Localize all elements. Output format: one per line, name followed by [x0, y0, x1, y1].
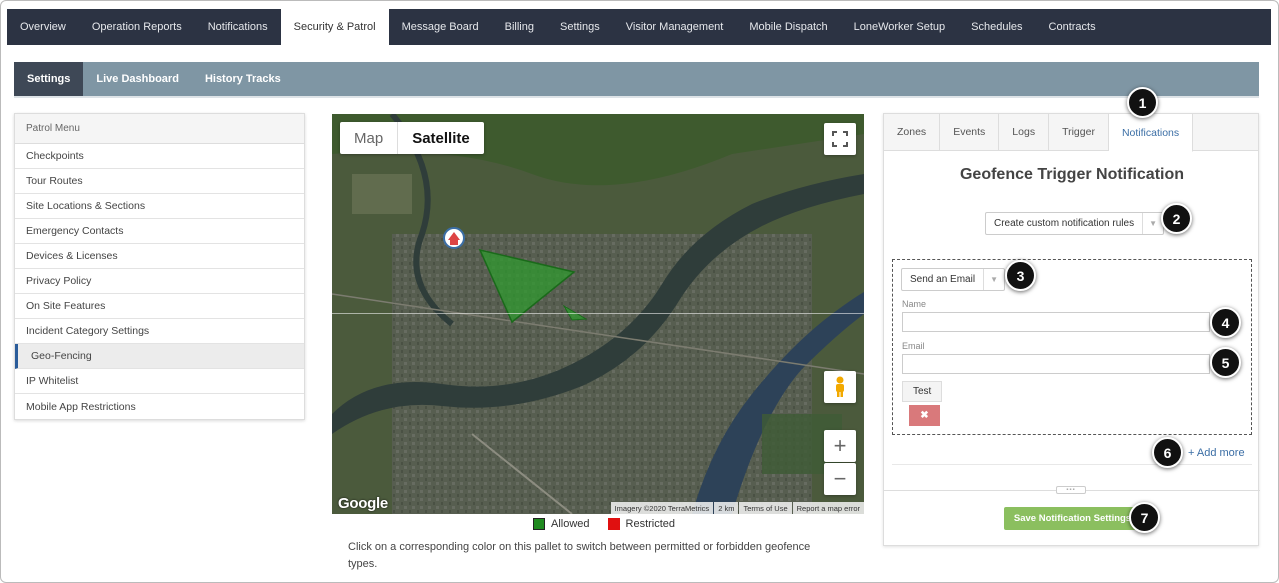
map-type-satellite[interactable]: Satellite [397, 122, 484, 154]
tab-events[interactable]: Events [940, 114, 1000, 150]
map-type-map[interactable]: Map [340, 122, 397, 154]
palette-instruction: Click on a corresponding color on this p… [348, 541, 811, 570]
patrol-menu-title: Patrol Menu [15, 114, 304, 144]
nav-message-board[interactable]: Message Board [389, 9, 492, 45]
nav-visitor-management[interactable]: Visitor Management [613, 9, 737, 45]
divider [892, 464, 1252, 465]
top-navigation: Overview Operation Reports Notifications… [7, 9, 1271, 45]
patrol-item-privacy-policy[interactable]: Privacy Policy [15, 269, 304, 294]
nav-schedules[interactable]: Schedules [958, 9, 1035, 45]
nav-security-patrol[interactable]: Security & Patrol [280, 9, 389, 45]
report-map-error-link[interactable]: Report a map error [792, 502, 864, 514]
patrol-item-emergency-contacts[interactable]: Emergency Contacts [15, 219, 304, 244]
map-attribution: Imagery ©2020 TerraMetrics 2 km Terms of… [610, 502, 864, 514]
patrol-item-tour-routes[interactable]: Tour Routes [15, 169, 304, 194]
delete-rule-button[interactable]: ✖ [909, 405, 940, 426]
google-logo: Google [338, 495, 388, 512]
callout-badge: 6 [1152, 437, 1183, 468]
patrol-item-mobile-app-restrictions[interactable]: Mobile App Restrictions [15, 394, 304, 419]
resize-grip-icon[interactable]: ▪▪▪ [1056, 486, 1086, 494]
nav-overview[interactable]: Overview [7, 9, 79, 45]
street-view-pegman-icon[interactable] [824, 371, 856, 403]
map-crosshair-line [332, 313, 864, 314]
subnav-settings[interactable]: Settings [14, 62, 84, 96]
callout-badge: 5 [1210, 347, 1241, 378]
email-label: Email [902, 341, 925, 351]
imagery-credit: Imagery ©2020 TerraMetrics [610, 502, 714, 514]
patrol-item-geo-fencing[interactable]: Geo-Fencing [15, 344, 304, 369]
nav-settings[interactable]: Settings [547, 9, 613, 45]
patrol-item-on-site-features[interactable]: On Site Features [15, 294, 304, 319]
patrol-item-site-locations[interactable]: Site Locations & Sections [15, 194, 304, 219]
nav-notifications[interactable]: Notifications [195, 9, 281, 45]
geofence-panel: Zones Events Logs Trigger Notifications … [883, 113, 1260, 546]
chevron-down-icon: ▼ [990, 275, 998, 284]
chevron-down-icon: ▼ [1149, 219, 1158, 228]
callout-badge: 7 [1129, 502, 1160, 533]
subnav-live-dashboard[interactable]: Live Dashboard [83, 62, 192, 96]
map-type-control: Map Satellite [340, 122, 484, 154]
notification-rule-value: Create custom notification rules [986, 213, 1144, 234]
callout-badge: 1 [1127, 87, 1158, 118]
map-scale[interactable]: 2 km [714, 502, 739, 514]
notification-rule-box: Send an Email ▼ Name Email Test ✖ [892, 259, 1252, 435]
add-more-link[interactable]: + Add more [1188, 447, 1245, 459]
tab-logs[interactable]: Logs [999, 114, 1050, 150]
name-label: Name [902, 299, 927, 309]
nav-contracts[interactable]: Contracts [1036, 9, 1109, 45]
restricted-label: Restricted [625, 518, 676, 530]
callout-badge: 3 [1005, 260, 1036, 291]
tab-notifications[interactable]: Notifications [1108, 114, 1194, 152]
patrol-item-devices-licenses[interactable]: Devices & Licenses [15, 244, 304, 269]
geofence-tabs: Zones Events Logs Trigger Notifications [884, 114, 1258, 152]
zoom-in-button[interactable]: + [824, 430, 856, 462]
patrol-menu: Patrol Menu Checkpoints Tour Routes Site… [14, 113, 305, 420]
allowed-color-swatch[interactable] [533, 518, 545, 530]
nav-loneworker-setup[interactable]: LoneWorker Setup [841, 9, 959, 45]
patrol-item-checkpoints[interactable]: Checkpoints [15, 144, 304, 169]
allowed-label: Allowed [551, 518, 590, 530]
map-imagery [332, 114, 864, 514]
nav-operation-reports[interactable]: Operation Reports [79, 9, 195, 45]
nav-billing[interactable]: Billing [492, 9, 547, 45]
patrol-item-ip-whitelist[interactable]: IP Whitelist [15, 369, 304, 394]
geofence-color-legend: Allowed Restricted [533, 518, 693, 530]
patrol-item-incident-category-settings[interactable]: Incident Category Settings [15, 319, 304, 344]
tab-zones[interactable]: Zones [884, 114, 941, 150]
panel-title: Geofence Trigger Notification [959, 166, 1185, 183]
notification-action-select[interactable]: Send an Email ▼ [901, 268, 1006, 291]
tab-trigger[interactable]: Trigger [1049, 114, 1109, 150]
name-field[interactable] [902, 312, 1210, 332]
terms-of-use-link[interactable]: Terms of Use [739, 502, 792, 514]
notification-rule-select[interactable]: Create custom notification rules ▼ [985, 212, 1165, 235]
nav-mobile-dispatch[interactable]: Mobile Dispatch [736, 9, 840, 45]
zoom-out-button[interactable]: − [824, 463, 856, 495]
test-button[interactable]: Test [902, 381, 943, 402]
email-field[interactable] [902, 354, 1210, 374]
callout-badge: 2 [1161, 203, 1192, 234]
callout-badge: 4 [1210, 307, 1241, 338]
restricted-color-swatch[interactable] [607, 518, 620, 530]
sub-navigation: Settings Live Dashboard History Tracks [14, 62, 1259, 98]
subnav-history-tracks[interactable]: History Tracks [192, 62, 294, 96]
notification-action-value: Send an Email [902, 269, 985, 290]
fullscreen-icon[interactable] [824, 123, 856, 155]
save-notification-settings-button[interactable]: Save Notification Settings [1004, 507, 1141, 530]
satellite-map[interactable]: Map Satellite + − Google Imagery ©2020 T… [332, 114, 864, 514]
app-window: Overview Operation Reports Notifications… [0, 0, 1279, 583]
